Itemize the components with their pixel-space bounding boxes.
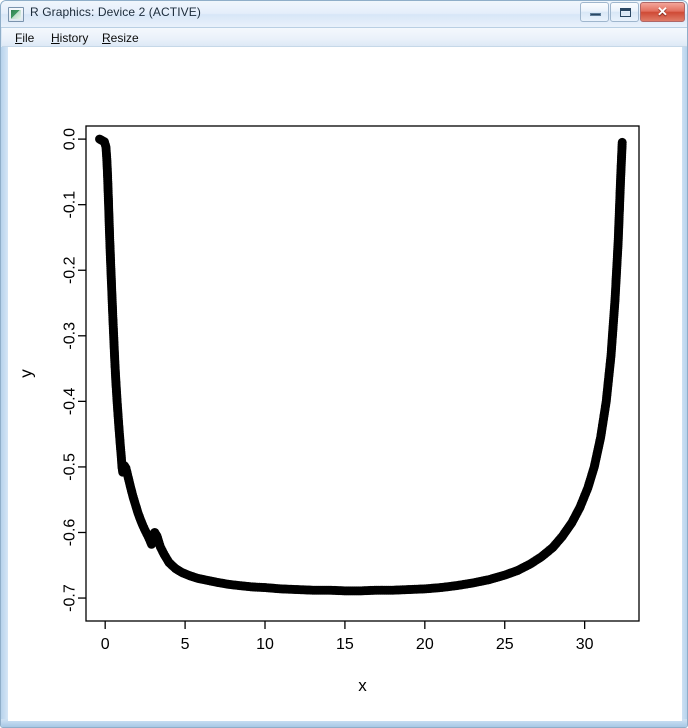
r-graphics-window: R Graphics: Device 2 (ACTIVE) ✕ File His… [0,0,688,728]
y-axis-tick-label: -0.1 [62,191,79,219]
y-axis-tick-label: -0.5 [62,453,79,481]
x-axis-tick-label: 20 [416,636,434,653]
y-axis-tick-label: -0.4 [62,387,79,415]
x-axis-tick-label: 10 [256,636,274,653]
y-axis-tick-label: 0.0 [62,128,79,150]
plot-svg: 0 5 10 15 20 25 30 0.0 -0.1 -0.2 -0.3 -0.4 -0.5 -0.6 -… [17,125,640,695]
x-axis-tick-label: 25 [496,636,514,653]
x-axis-tick-label: 5 [181,636,190,653]
x-axis-tick-label: 30 [576,636,594,653]
y-axis-tick-label: -0.3 [62,322,79,350]
y-axis-title: y [17,369,36,378]
y-axis-tick-label: -0.7 [62,584,79,612]
data-series [95,134,627,596]
x-axis-tick-label: 15 [336,636,354,653]
data-point [617,137,627,147]
y-axis-tick-label: -0.6 [62,519,79,547]
x-axis-title: x [358,676,367,695]
graphics-canvas: 0 5 10 15 20 25 30 0.0 -0.1 -0.2 -0.3 -0.4 -0.5 -0.6 -… [8,47,682,721]
y-axis-tick-label: -0.2 [62,256,79,284]
x-axis-tick-label: 0 [101,636,110,653]
